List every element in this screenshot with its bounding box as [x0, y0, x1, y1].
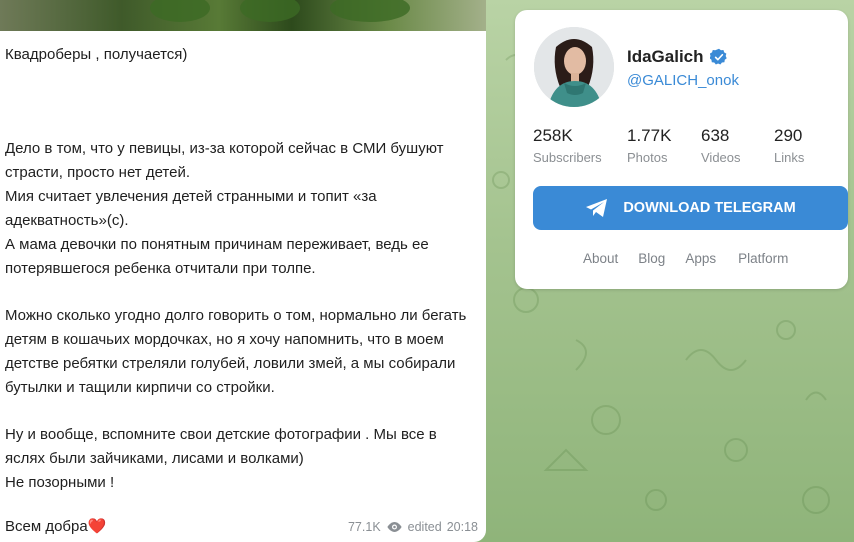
eye-icon: [387, 522, 402, 532]
message-photo[interactable]: [0, 0, 486, 31]
message-paragraph-last: Всем добра❤️: [5, 515, 106, 539]
message-paragraph: Можно сколько угодно долго говорить о то…: [5, 307, 467, 396]
stat-videos[interactable]: 638 Videos: [701, 126, 774, 165]
message-bubble: Квадроберы , получается) Дело в том, что…: [0, 0, 486, 542]
stat-value: 258K: [533, 126, 573, 145]
view-count: 77.1K: [347, 520, 381, 534]
edited-label: edited: [407, 520, 442, 534]
channel-avatar[interactable]: [534, 27, 614, 107]
stat-value: 290: [774, 126, 803, 145]
paper-plane-icon: [586, 199, 608, 217]
message-paragraph: Дело в том, что у певицы, из-за которой …: [5, 140, 444, 277]
stat-label: Links: [774, 150, 805, 165]
download-telegram-label: DOWNLOAD TELEGRAM: [623, 200, 796, 216]
channel-stats: 258K Subscribers 1.77K Photos 638 Videos…: [533, 126, 854, 165]
stat-label: Photos: [627, 150, 668, 165]
message-time: 20:18: [446, 520, 478, 534]
link-apps[interactable]: Apps: [685, 251, 716, 266]
stat-label: Videos: [701, 150, 741, 165]
channel-handle[interactable]: @GALICH_onok: [627, 72, 739, 89]
message-meta: 77.1K edited 20:18: [348, 520, 478, 534]
message-closing-text: Всем добра: [5, 518, 88, 535]
stat-value: 1.77K: [627, 126, 672, 145]
stat-links[interactable]: 290 Links: [774, 126, 854, 165]
verified-badge-icon: [709, 48, 727, 65]
link-blog[interactable]: Blog: [638, 251, 665, 266]
download-telegram-button[interactable]: DOWNLOAD TELEGRAM: [533, 186, 848, 230]
channel-name-row: IdaGalich: [627, 47, 728, 67]
stat-subscribers: 258K Subscribers: [533, 126, 627, 165]
channel-card: IdaGalich @GALICH_onok 258K Subscribers …: [515, 10, 848, 289]
stat-photos[interactable]: 1.77K Photos: [627, 126, 701, 165]
link-platform[interactable]: Platform: [738, 251, 788, 266]
footer-links: About Blog Apps Platform: [583, 251, 788, 266]
channel-name: IdaGalich: [627, 47, 704, 66]
stat-label: Subscribers: [533, 150, 602, 165]
message-paragraph: Ну и вообще, вспомните свои детские фото…: [5, 426, 437, 491]
link-about[interactable]: About: [583, 251, 618, 266]
heart-emoji: ❤️: [87, 518, 107, 535]
message-paragraph: Квадроберы , получается): [5, 46, 188, 63]
stat-value: 638: [701, 126, 730, 145]
